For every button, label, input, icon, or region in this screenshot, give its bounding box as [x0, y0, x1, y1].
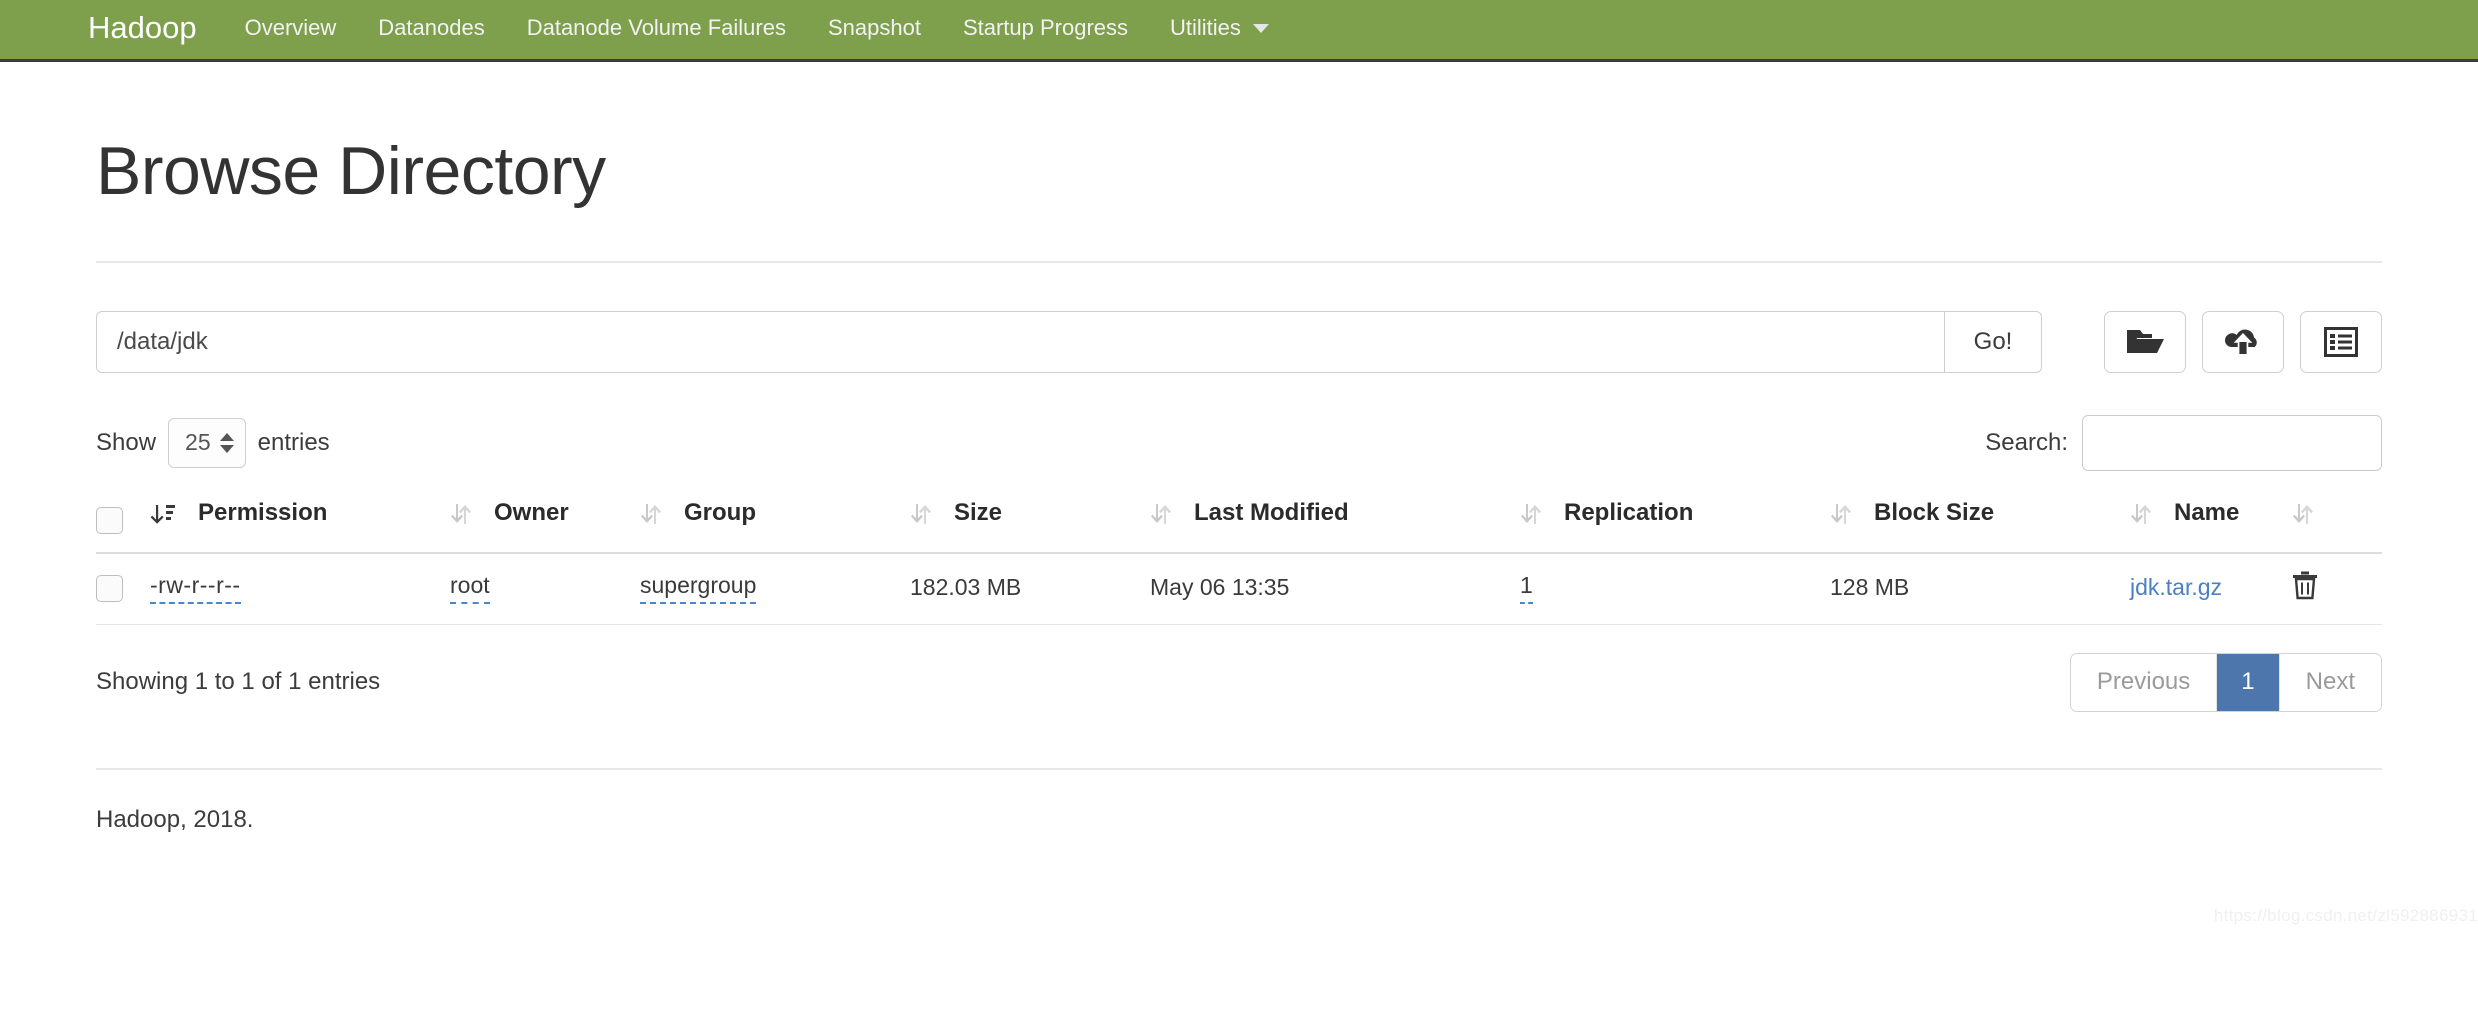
column-replication[interactable]: Replication: [1520, 488, 1830, 554]
top-navbar: Hadoop Overview Datanodes Datanode Volum…: [0, 0, 2478, 62]
sort-both-icon: [2130, 501, 2152, 527]
column-name[interactable]: Name: [2130, 488, 2292, 554]
cell-block-size: 128 MB: [1830, 552, 2130, 625]
column-permission-label: Permission: [198, 498, 328, 526]
file-name-link[interactable]: jdk.tar.gz: [2130, 574, 2222, 600]
owner-value[interactable]: root: [450, 572, 490, 604]
nav-item-datanodes[interactable]: Datanodes: [378, 17, 484, 42]
column-group-label: Group: [684, 498, 756, 526]
table-controls-row: Show 25 entries Search:: [96, 414, 2382, 471]
permission-value[interactable]: -rw-r--r--: [150, 572, 241, 604]
cloud-upload-icon: [2223, 326, 2263, 358]
trash-icon: [2292, 571, 2318, 603]
directory-path-input[interactable]: [96, 310, 1944, 373]
table-row[interactable]: -rw-r--r-- root supergroup 182.03 MB May…: [96, 552, 2382, 625]
chevron-down-icon: [1252, 23, 1269, 33]
cell-delete: [2292, 552, 2382, 625]
table-footer: Showing 1 to 1 of 1 entries Previous 1 N…: [96, 652, 2382, 712]
column-group[interactable]: Group: [640, 488, 910, 554]
search-label: Search:: [1985, 428, 2068, 456]
page-container: Browse Directory Go!: [0, 133, 2478, 925]
nav-item-snapshot[interactable]: Snapshot: [828, 17, 921, 42]
search-control: Search:: [1985, 414, 2382, 471]
list-alt-icon: [2324, 326, 2358, 358]
page-length-value: 25: [185, 429, 211, 456]
nav-item-datanode-volume-failures[interactable]: Datanode Volume Failures: [527, 17, 786, 42]
table-info: Showing 1 to 1 of 1 entries: [96, 668, 381, 696]
column-size-label: Size: [954, 498, 1003, 526]
column-permission[interactable]: Permission: [150, 488, 450, 554]
page-footer-text: Hadoop, 2018.: [96, 805, 254, 833]
folder-open-icon: [2125, 326, 2165, 358]
sort-both-icon: [1830, 501, 1852, 527]
create-directory-button[interactable]: [2104, 310, 2186, 373]
column-delete[interactable]: [2292, 488, 2382, 554]
sort-desc-icon: [150, 501, 176, 527]
pagination-next[interactable]: Next: [2279, 653, 2381, 711]
delete-file-button[interactable]: [2292, 570, 2318, 600]
column-select-all[interactable]: [96, 488, 150, 554]
cell-name: jdk.tar.gz: [2130, 552, 2292, 625]
brand-hadoop[interactable]: Hadoop: [88, 12, 197, 47]
files-table: Permission Owner Group Size Last Modifie…: [96, 488, 2382, 625]
sort-both-icon: [1520, 501, 1542, 527]
nav-item-utilities[interactable]: Utilities: [1170, 17, 1269, 42]
column-block-size-label: Block Size: [1874, 498, 1995, 526]
table-header-row: Permission Owner Group Size Last Modifie…: [96, 488, 2382, 554]
cell-last-modified: May 06 13:35: [1150, 552, 1520, 625]
pagination-page-1[interactable]: 1: [2217, 653, 2280, 711]
title-divider: [96, 260, 2382, 263]
sort-both-icon: [2292, 501, 2314, 527]
select-all-checkbox[interactable]: [96, 506, 123, 534]
watermark: https://blog.csdn.net/zl592886931: [2213, 905, 2478, 925]
entries-label: entries: [257, 428, 330, 456]
pagination: Previous 1 Next: [2069, 652, 2382, 712]
cell-owner: root: [450, 552, 640, 625]
group-value[interactable]: supergroup: [640, 572, 757, 604]
cell-permission: -rw-r--r--: [150, 552, 450, 625]
path-bar-row: Go!: [96, 310, 2382, 373]
nav-item-overview[interactable]: Overview: [245, 17, 337, 42]
column-owner-label: Owner: [494, 498, 569, 526]
sort-both-icon: [450, 501, 472, 527]
path-input-group: Go!: [96, 310, 2042, 373]
column-block-size[interactable]: Block Size: [1830, 488, 2130, 554]
replication-value[interactable]: 1: [1520, 572, 1533, 604]
sort-both-icon: [640, 501, 662, 527]
page-title: Browse Directory: [96, 133, 606, 209]
upload-file-button[interactable]: [2202, 310, 2284, 373]
files-table-body: -rw-r--r-- root supergroup 182.03 MB May…: [96, 552, 2382, 625]
nav-item-utilities-label: Utilities: [1170, 15, 1241, 40]
footer-divider: [96, 767, 2382, 770]
search-input[interactable]: [2082, 414, 2382, 471]
column-last-modified-label: Last Modified: [1194, 498, 1349, 526]
column-owner[interactable]: Owner: [450, 488, 640, 554]
column-size[interactable]: Size: [910, 488, 1150, 554]
page-length-select[interactable]: 25: [168, 417, 246, 468]
cut-high-availability-button[interactable]: [2300, 310, 2382, 373]
path-action-buttons: [2104, 310, 2382, 373]
row-checkbox[interactable]: [96, 575, 123, 602]
spinner-icon: [219, 432, 234, 453]
row-select-cell[interactable]: [96, 552, 150, 625]
cell-group: supergroup: [640, 552, 910, 625]
go-button[interactable]: Go!: [1944, 310, 2042, 373]
files-table-head: Permission Owner Group Size Last Modifie…: [96, 488, 2382, 554]
column-name-label: Name: [2174, 498, 2240, 526]
page-length-control: Show 25 entries: [96, 417, 330, 468]
column-last-modified[interactable]: Last Modified: [1150, 488, 1520, 554]
cell-size: 182.03 MB: [910, 552, 1150, 625]
sort-both-icon: [910, 501, 932, 527]
column-replication-label: Replication: [1564, 498, 1694, 526]
show-label: Show: [96, 428, 157, 456]
nav-item-startup-progress[interactable]: Startup Progress: [963, 17, 1128, 42]
sort-both-icon: [1150, 501, 1172, 527]
cell-replication: 1: [1520, 552, 1830, 625]
pagination-previous[interactable]: Previous: [2070, 653, 2218, 711]
